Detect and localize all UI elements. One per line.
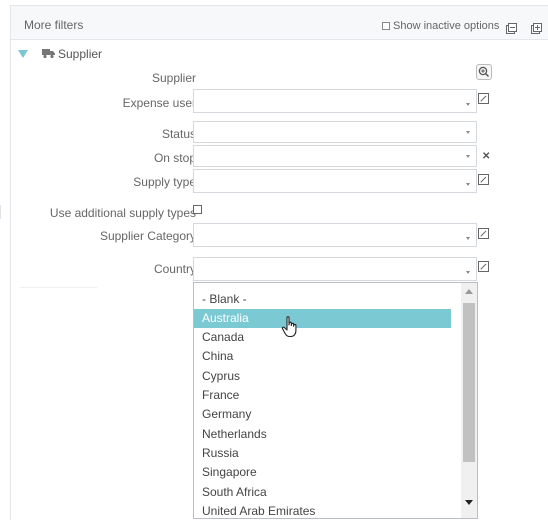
scroll-up-arrow-icon[interactable] [465, 289, 473, 294]
chevron-down-icon [466, 271, 470, 274]
clear-on-stop-icon[interactable]: ✕ [482, 151, 490, 162]
chevron-down-icon [466, 103, 470, 106]
zoom-search-icon [478, 66, 490, 78]
collapse-section-icon[interactable] [18, 50, 28, 58]
country-dropdown-list[interactable]: - Blank - Australia Canada China Cyprus … [193, 282, 478, 519]
supplier-section-header[interactable]: Supplier [11, 40, 548, 62]
chevron-down-icon [466, 131, 470, 134]
use-additional-label: Use additional supply types [49, 206, 196, 220]
dropdown-option[interactable]: Germany [194, 405, 451, 424]
panel-header: More filters Show inactive options [11, 6, 548, 40]
supplier-search-button[interactable] [476, 64, 492, 80]
chevron-down-icon [466, 155, 470, 158]
expense-user-edit-icon[interactable] [478, 93, 489, 104]
hand-pointer-cursor-icon [281, 316, 301, 338]
dropdown-option-highlighted[interactable]: Australia [194, 309, 451, 328]
country-edit-icon[interactable] [478, 261, 489, 272]
on-stop-label: On stop [153, 151, 196, 165]
panel-title: More filters [24, 18, 84, 32]
expense-user-select[interactable] [193, 89, 477, 113]
section-title: Supplier [58, 47, 103, 61]
supply-type-label: Supply type [133, 175, 196, 189]
dropdown-option[interactable]: Russia [194, 444, 451, 463]
chevron-down-icon [466, 183, 470, 186]
supply-type-edit-icon[interactable] [478, 174, 489, 185]
show-inactive-label: Show inactive options [393, 20, 500, 32]
expense-user-label: Expense user [122, 96, 196, 110]
scrollbar-thumb[interactable] [463, 303, 475, 462]
status-label: Status [161, 127, 196, 141]
dropdown-option[interactable]: Netherlands [194, 425, 451, 444]
dropdown-option[interactable]: Canada [194, 328, 451, 347]
dropdown-option[interactable]: - Blank - [194, 290, 451, 309]
show-inactive-options-toggle[interactable]: Show inactive options [382, 20, 499, 32]
country-label: Country [153, 262, 196, 276]
scroll-down-arrow-icon[interactable] [465, 500, 473, 505]
supplier-label: Supplier [151, 71, 196, 85]
chevron-down-icon [466, 237, 470, 240]
on-stop-select[interactable] [193, 145, 477, 167]
divider [20, 287, 97, 288]
show-inactive-checkbox[interactable] [382, 22, 390, 30]
supplier-category-select[interactable] [193, 223, 477, 247]
country-select[interactable] [193, 257, 477, 281]
dropdown-option[interactable]: France [194, 386, 451, 405]
dropdown-option[interactable]: Singapore [194, 463, 451, 482]
left-edge-divider [0, 205, 1, 219]
dropdown-scrollbar[interactable] [461, 283, 477, 518]
dropdown-option[interactable]: South Africa [194, 483, 451, 502]
supplier-category-edit-icon[interactable] [478, 228, 489, 239]
supply-type-select[interactable] [193, 169, 477, 193]
truck-icon [42, 48, 55, 59]
expand-all-icon[interactable] [531, 23, 543, 35]
use-additional-checkbox[interactable] [193, 205, 202, 214]
supplier-category-label: Supplier Category [99, 229, 196, 243]
dropdown-option[interactable]: Cyprus [194, 367, 451, 386]
collapse-all-icon[interactable] [506, 23, 518, 35]
dropdown-option[interactable]: United Arab Emirates [194, 502, 451, 518]
dropdown-option[interactable]: China [194, 347, 451, 366]
status-select[interactable] [193, 121, 477, 143]
